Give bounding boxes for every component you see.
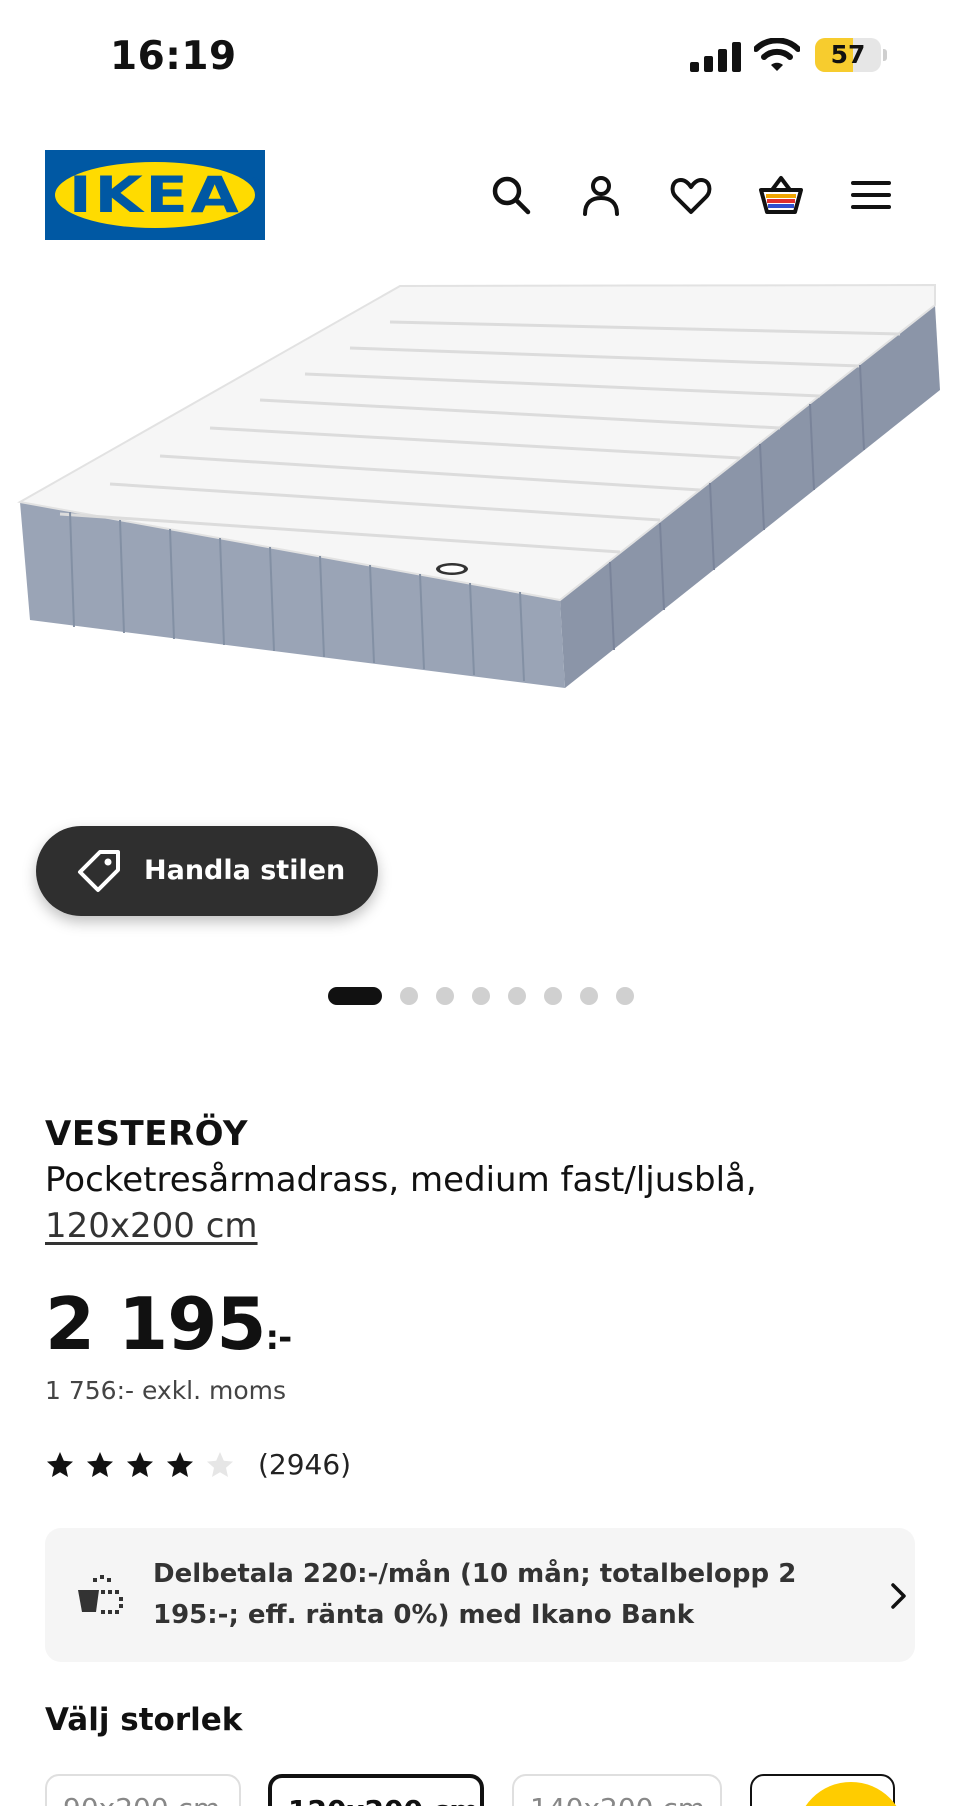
- user-icon[interactable]: [578, 172, 624, 218]
- carousel-dot[interactable]: [616, 987, 634, 1005]
- product-name: VESTERÖY: [45, 1114, 248, 1154]
- shop-the-style-label: Handla stilen: [144, 855, 346, 886]
- battery-level: 57: [830, 40, 866, 69]
- carousel-dot[interactable]: [544, 987, 562, 1005]
- installment-text: Delbetala 220:-/mån (10 mån; totalbelopp…: [153, 1559, 797, 1630]
- review-count[interactable]: (2946): [258, 1448, 351, 1481]
- star-filled-icon: [167, 1452, 193, 1477]
- product-size-link[interactable]: 120x200 cm: [45, 1206, 258, 1246]
- star-filled-icon: [127, 1452, 153, 1477]
- chevron-right-icon: [891, 1583, 906, 1609]
- size-option-90x200[interactable]: 90x200 cm: [45, 1774, 241, 1806]
- size-option-label: 140x200 cm: [530, 1792, 705, 1806]
- price-amount: 2 195: [45, 1282, 266, 1366]
- star-empty-icon: [207, 1452, 233, 1477]
- wifi-icon: [754, 38, 800, 71]
- tag-icon: [78, 850, 120, 892]
- carousel-dot[interactable]: [508, 987, 526, 1005]
- price-excluding-vat: 1 756:- exkl. moms: [45, 1376, 287, 1405]
- price-suffix: :-: [265, 1318, 292, 1358]
- rating-stars[interactable]: [45, 1450, 245, 1480]
- product-image[interactable]: [0, 270, 960, 830]
- carousel-dot[interactable]: [580, 987, 598, 1005]
- battery-indicator: 57: [815, 38, 887, 72]
- carousel-pagination: [328, 986, 648, 1006]
- size-heading: Välj storlek: [45, 1702, 243, 1738]
- size-option-140x200[interactable]: 140x200 cm: [512, 1774, 722, 1806]
- carousel-dot[interactable]: [400, 987, 418, 1005]
- carousel-dot[interactable]: [472, 987, 490, 1005]
- product-description: Pocketresårmadrass, medium fast/ljusblå,: [45, 1160, 757, 1200]
- product-price: 2 195:-: [45, 1282, 292, 1366]
- menu-icon[interactable]: [848, 172, 894, 218]
- ikea-logo[interactable]: IKEA ®: [45, 150, 265, 240]
- size-option-label: 90x200 cm: [63, 1792, 220, 1806]
- logo-text: IKEA: [68, 166, 242, 224]
- search-icon[interactable]: [488, 172, 534, 218]
- cellular-signal-icon: [690, 42, 741, 72]
- status-bar: 16:19 57: [0, 0, 960, 110]
- star-filled-icon: [47, 1452, 73, 1477]
- basket-icon[interactable]: [758, 172, 804, 218]
- carousel-dot[interactable]: [436, 987, 454, 1005]
- shop-the-style-button[interactable]: Handla stilen: [36, 826, 378, 916]
- heart-icon[interactable]: [668, 172, 714, 218]
- carousel-dot-active[interactable]: [328, 987, 382, 1005]
- shopping-bag-icon: [78, 1575, 123, 1614]
- star-filled-icon: [87, 1452, 113, 1477]
- size-option-120x200[interactable]: 120x200 cm: [268, 1774, 484, 1806]
- installment-offer[interactable]: Delbetala 220:-/mån (10 mån; totalbelopp…: [45, 1528, 915, 1662]
- size-option-label: 120x200 cm: [288, 1794, 478, 1806]
- status-time: 16:19: [110, 34, 237, 79]
